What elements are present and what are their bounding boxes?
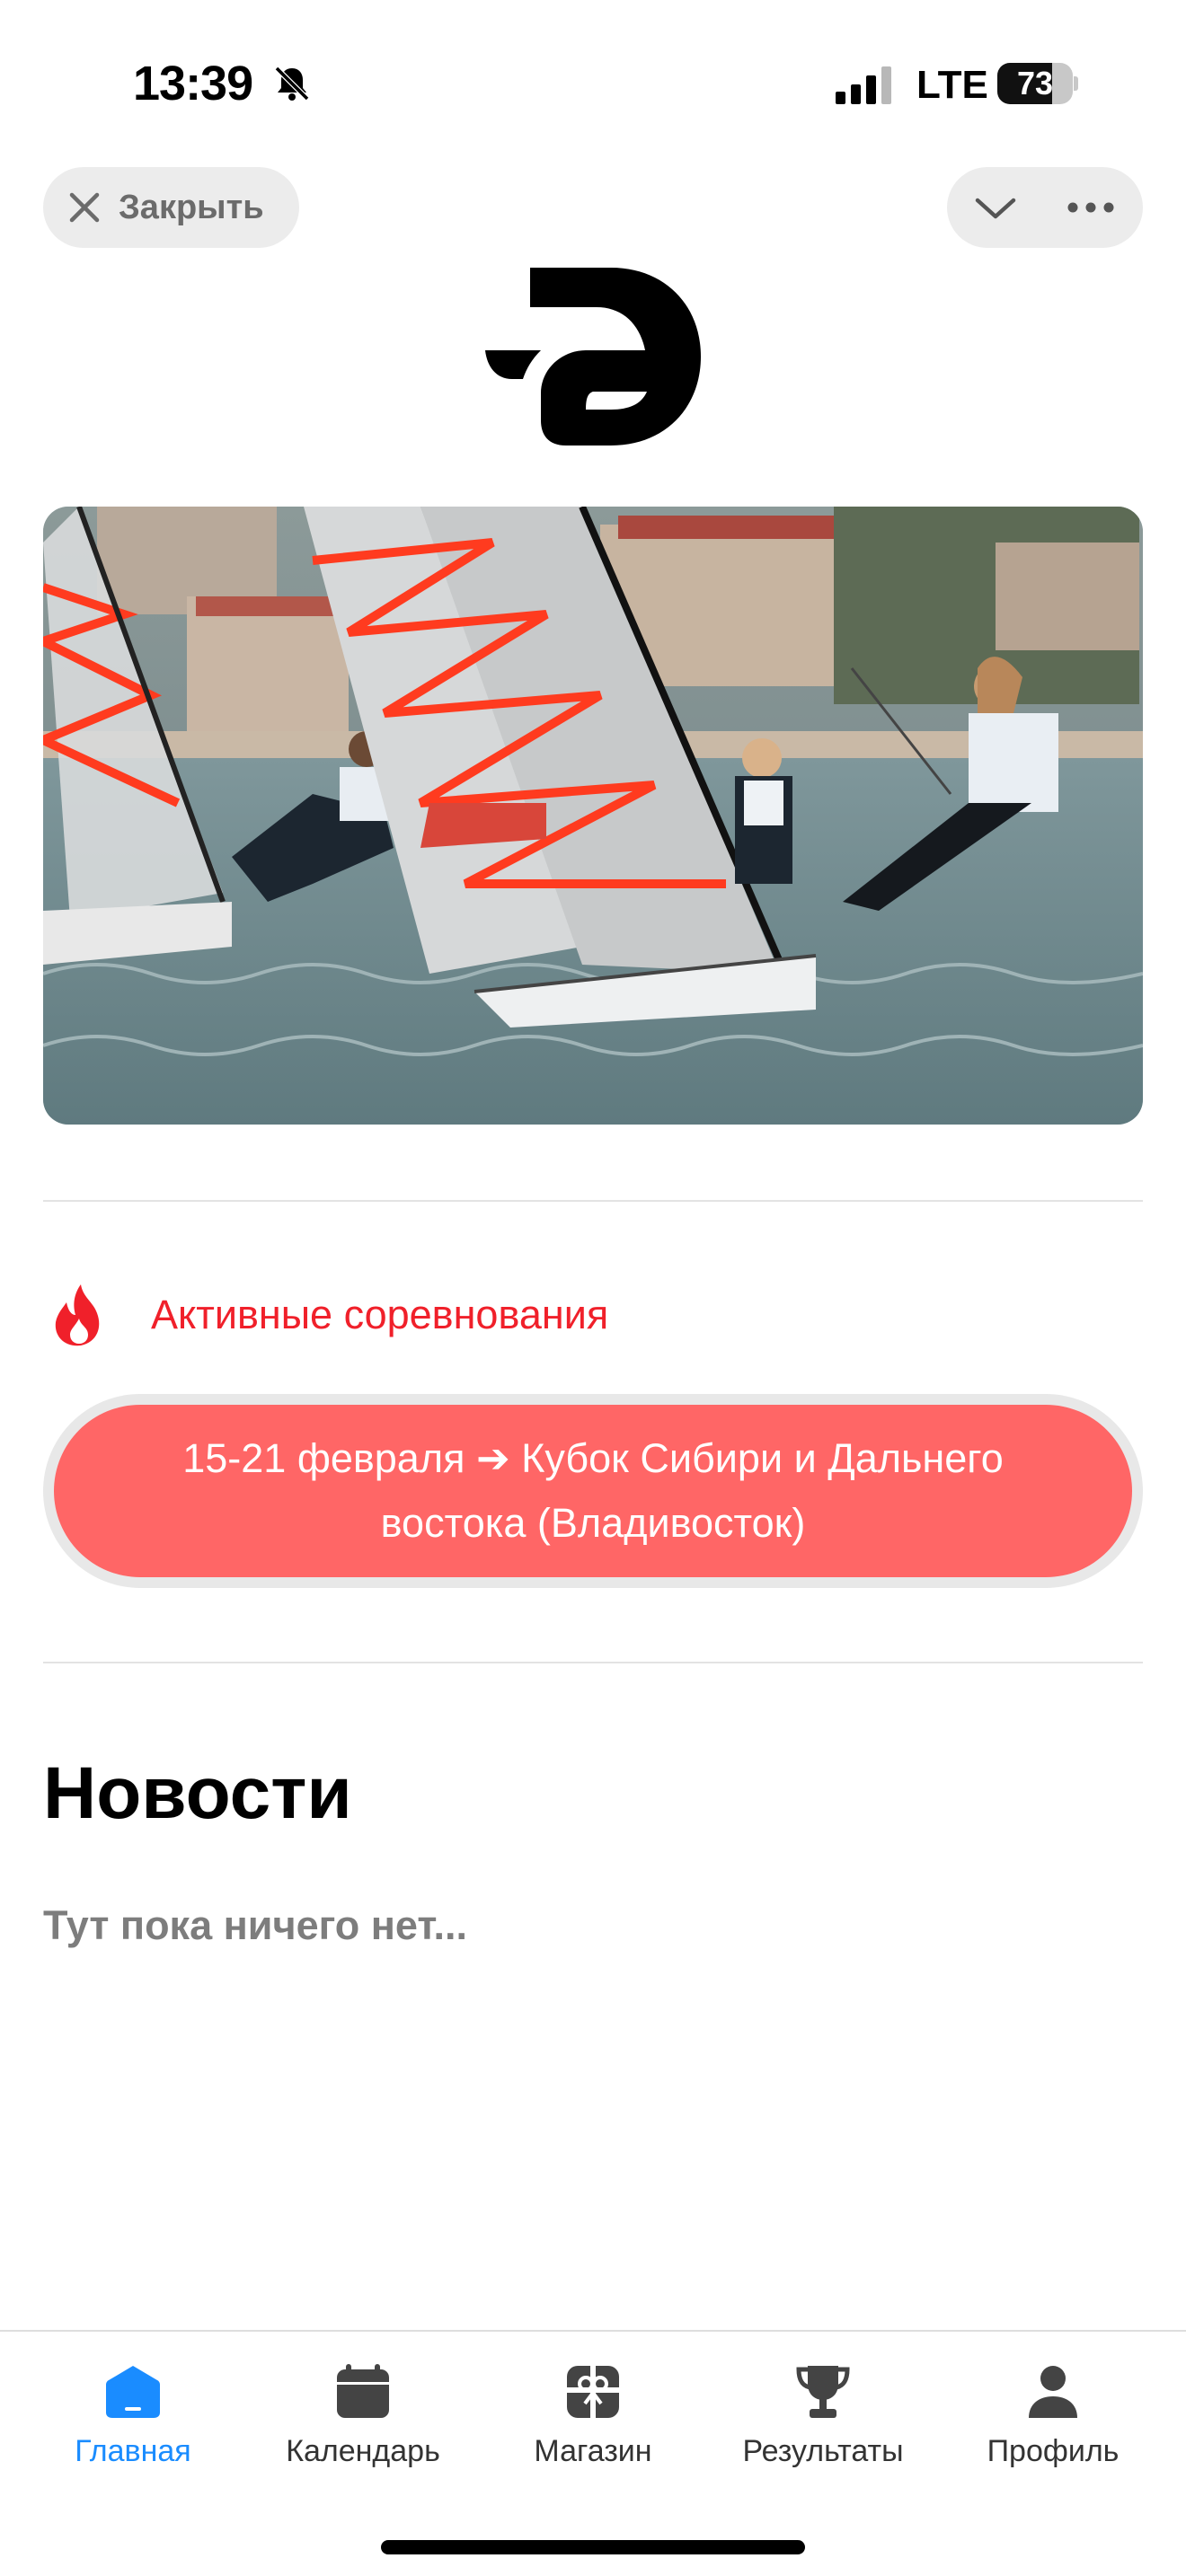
- battery-level: 73: [1016, 65, 1054, 101]
- more-icon[interactable]: [1064, 188, 1118, 227]
- calendar-icon: [337, 2364, 389, 2418]
- fire-icon: [55, 1284, 100, 1346]
- close-button[interactable]: Закрыть: [43, 167, 299, 248]
- news-empty-text: Тут пока ничего нет...: [43, 1902, 467, 1948]
- tab-label: Главная: [75, 2434, 191, 2468]
- active-competitions-title: Активные соревнования: [151, 1292, 609, 1337]
- divider: [43, 1200, 1143, 1202]
- hero-image: [43, 507, 1143, 1125]
- tab-shop[interactable]: Магазин: [481, 2360, 705, 2486]
- tab-label: Календарь: [286, 2434, 440, 2468]
- event-button-outline: 15-21 февраля ➔ Кубок Сибири и Дальнего …: [43, 1394, 1143, 1588]
- profile-icon: [1029, 2366, 1077, 2418]
- battery-icon: 73: [997, 63, 1078, 104]
- signal-icon: [836, 66, 891, 104]
- tab-calendar[interactable]: Календарь: [251, 2360, 475, 2486]
- trophy-icon: [796, 2366, 850, 2418]
- tab-bar: Главная Календарь Магазин Результаты Про…: [0, 2330, 1186, 2576]
- tab-label: Магазин: [534, 2434, 652, 2468]
- status-time: 13:39: [133, 57, 253, 110]
- tab-profile[interactable]: Профиль: [941, 2360, 1165, 2486]
- chevron-down-icon[interactable]: [970, 188, 1021, 227]
- network-type: LTE: [916, 63, 988, 107]
- close-icon: [69, 192, 100, 223]
- status-bar: 13:39 LTE 73: [0, 0, 1186, 171]
- bell-slash-icon: [274, 66, 310, 101]
- active-event-label: 15-21 февраля ➔ Кубок Сибири и Дальнего …: [182, 1435, 1004, 1546]
- tab-label: Профиль: [987, 2434, 1120, 2468]
- tab-home[interactable]: Главная: [21, 2360, 245, 2486]
- divider: [43, 1662, 1143, 1663]
- tab-results[interactable]: Результаты: [711, 2360, 935, 2486]
- menu-pill: [947, 167, 1143, 248]
- home-indicator: [381, 2540, 805, 2554]
- tab-label: Результаты: [742, 2434, 904, 2468]
- app-logo: [485, 268, 701, 446]
- close-label: Закрыть: [119, 188, 264, 226]
- gift-icon: [567, 2366, 619, 2418]
- news-title: Новости: [43, 1752, 352, 1834]
- home-icon: [106, 2366, 160, 2418]
- active-event-button[interactable]: 15-21 февраля ➔ Кубок Сибири и Дальнего …: [54, 1405, 1132, 1577]
